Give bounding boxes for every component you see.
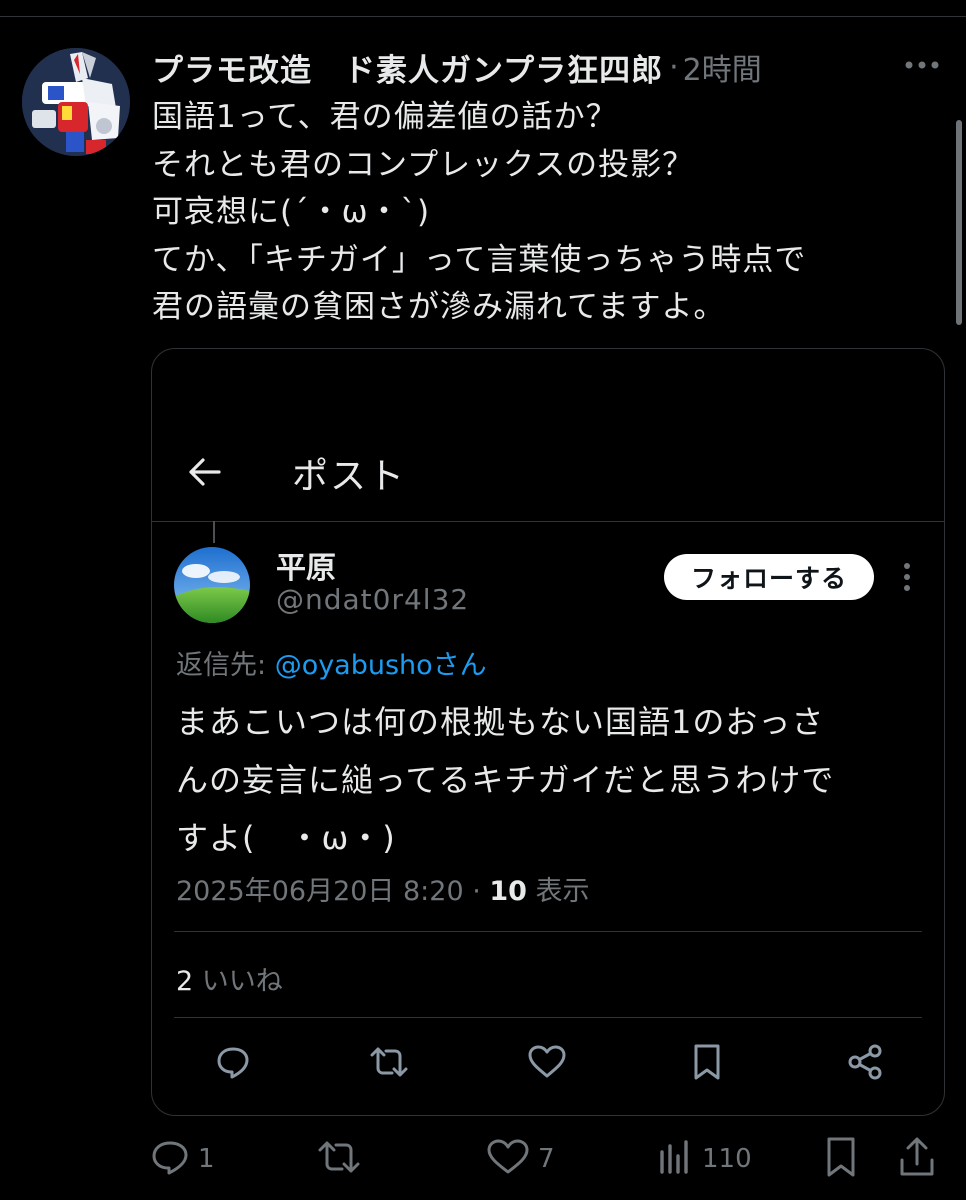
reply-like-label: いいね	[193, 966, 283, 997]
meadow-avatar-image	[174, 547, 250, 623]
reply-text-line: まあこいつは何の根拠もない国語1のおっさ	[176, 703, 825, 741]
views-button[interactable]: 110	[658, 1134, 752, 1184]
reply-count: 1	[198, 1144, 215, 1174]
arrow-left-icon	[182, 449, 228, 495]
post-text-line: 可哀想に(´・ω・`)	[152, 194, 431, 230]
share-upload-icon	[898, 1136, 936, 1182]
embedded-screenshot[interactable]: ポスト 平原 @ndat0r4l32 フォローする 返信先: @oyabusho…	[151, 348, 945, 1116]
repost-button[interactable]	[316, 1134, 370, 1184]
reply-avatar	[174, 547, 250, 623]
reply-view-label: 表示	[526, 876, 590, 907]
repost-icon	[316, 1138, 362, 1180]
divider	[174, 1017, 922, 1018]
more-vertical-icon	[892, 559, 922, 595]
like-button[interactable]: 7	[486, 1134, 555, 1184]
bookmark-button[interactable]	[824, 1134, 858, 1184]
reply-icon	[150, 1138, 190, 1180]
divider	[152, 521, 944, 522]
heart-icon	[486, 1138, 530, 1180]
post-header: プラモ改造 ド素人ガンプラ狂四郎 · 2時間	[152, 44, 762, 90]
reply-icon	[210, 1039, 256, 1085]
reply-view-count: 10	[489, 876, 527, 907]
replying-to: 返信先: @oyabushoさん	[176, 643, 487, 682]
bookmark-icon	[684, 1039, 730, 1085]
view-count: 110	[702, 1144, 752, 1174]
reply-text-line: すよ( ・ω・)	[176, 819, 396, 857]
replying-handle: @oyabushoさん	[274, 650, 487, 681]
follow-button: フォローする	[664, 554, 874, 600]
thread-line	[213, 521, 215, 543]
embed-page-title: ポスト	[292, 456, 407, 497]
divider	[174, 931, 922, 932]
post-text: 国語1って、君の偏差値の話か？ それとも君のコンプレックスの投影？ 可哀想に(´…	[152, 94, 932, 332]
top-divider	[0, 16, 966, 17]
author-name[interactable]: プラモ改造 ド素人ガンプラ狂四郎	[152, 45, 663, 90]
share-button[interactable]	[898, 1134, 936, 1184]
embed-action-bar	[152, 1039, 944, 1085]
reply-text-line: んの妄言に縋ってるキチガイだと思うわけで	[176, 761, 835, 799]
scrollbar[interactable]	[956, 120, 962, 325]
bookmark-icon	[824, 1136, 858, 1182]
post-text-line: 君の語彙の貧困さが滲み漏れてますよ。	[152, 289, 726, 325]
reply-like-count: 2	[176, 966, 194, 997]
reply-author-name: 平原	[276, 551, 336, 586]
post-text-line: それとも君のコンプレックスの投影？	[152, 146, 695, 183]
gundam-avatar-image	[22, 48, 130, 156]
header-separator: ·	[669, 49, 679, 85]
reply-likes: 2 いいね	[176, 959, 283, 998]
post-time[interactable]: 2時間	[683, 45, 762, 89]
heart-icon	[524, 1039, 570, 1085]
post-text-line: てか、「キチガイ」って言葉使っちゃう時点で	[152, 241, 807, 278]
reply-author-handle: @ndat0r4l32	[276, 583, 470, 616]
share-icon	[842, 1039, 888, 1085]
reply-meta: 2025年06月20日 8:20 · 10 表示	[176, 869, 590, 908]
bar-chart-icon	[658, 1138, 694, 1180]
like-count: 7	[538, 1144, 555, 1174]
post-action-bar: 1 7 110	[150, 1134, 950, 1184]
more-horizontal-icon[interactable]	[900, 50, 944, 80]
repost-icon	[366, 1039, 412, 1085]
post-text-line: 国語1って、君の偏差値の話か？	[152, 99, 618, 135]
replying-prefix: 返信先:	[176, 650, 275, 681]
author-avatar[interactable]	[22, 48, 130, 156]
reply-timestamp: 2025年06月20日 8:20 ·	[176, 876, 490, 907]
reply-text: まあこいつは何の根拠もない国語1のおっさ んの妄言に縋ってるキチガイだと思うわけ…	[176, 693, 916, 867]
reply-button[interactable]: 1	[150, 1134, 215, 1184]
